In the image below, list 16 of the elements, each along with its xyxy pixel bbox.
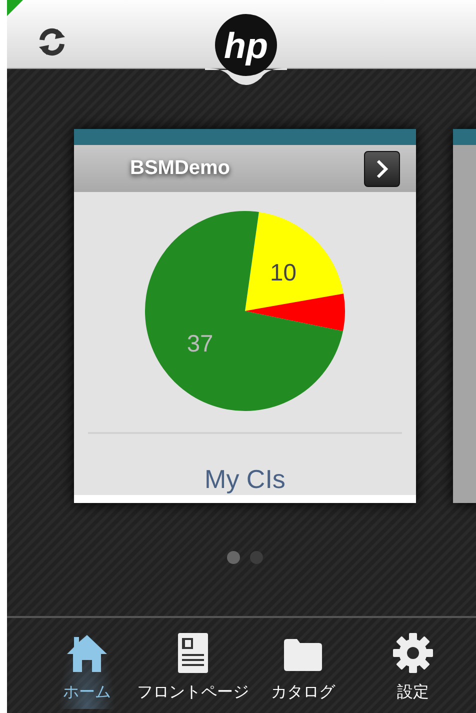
page-dot[interactable] bbox=[250, 551, 263, 564]
home-icon bbox=[65, 632, 109, 674]
tab[interactable]: カタログ bbox=[267, 632, 339, 709]
page-dot[interactable] bbox=[227, 551, 240, 564]
card-title: BSMDemo bbox=[130, 157, 230, 180]
refresh-icon[interactable] bbox=[37, 27, 67, 57]
slice-label: 37 bbox=[186, 330, 214, 358]
corner-marker bbox=[7, 0, 23, 16]
open-button[interactable] bbox=[364, 150, 400, 186]
tab[interactable]: 設定 bbox=[387, 632, 439, 709]
slice-label: 10 bbox=[270, 259, 296, 286]
chevron-icon bbox=[374, 158, 390, 180]
tab[interactable]: フロントページ bbox=[133, 632, 253, 709]
tab[interactable]: ホーム bbox=[59, 632, 115, 709]
settings-icon bbox=[391, 632, 435, 674]
card-footer: My CIs bbox=[204, 464, 286, 495]
